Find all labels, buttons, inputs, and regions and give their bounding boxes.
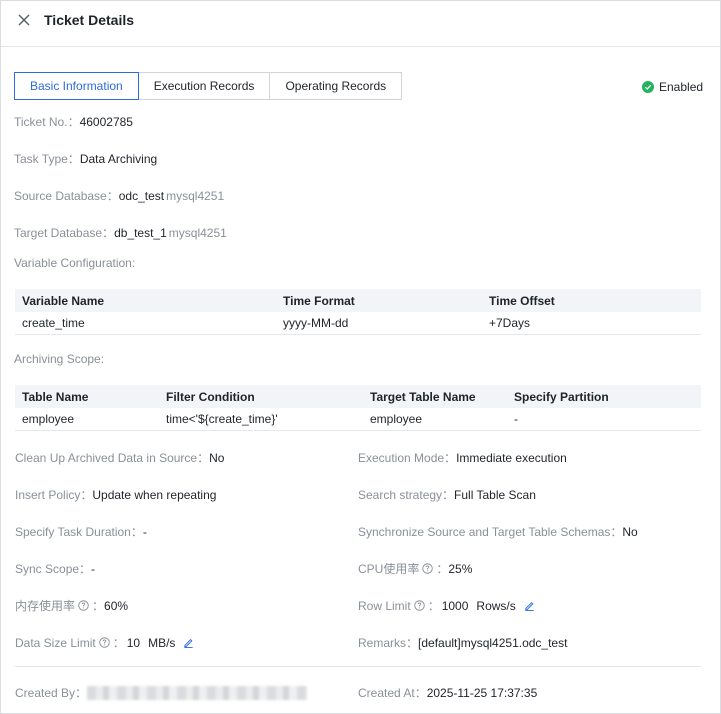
- edit-icon[interactable]: [524, 600, 535, 611]
- task-duration-field: Specify Task Duration：-: [15, 525, 147, 539]
- table-header: Table Name Filter Condition Target Table…: [15, 385, 701, 408]
- table-row: employee time<'${create_time}' employee …: [15, 408, 701, 431]
- help-circle-icon[interactable]: [422, 563, 434, 574]
- target-database-value: db_test_1: [114, 226, 167, 240]
- source-database-tag: mysql4251: [166, 189, 225, 203]
- tab-execution-records[interactable]: Execution Records: [138, 72, 271, 100]
- task-type-value: Data Archiving: [79, 152, 158, 166]
- check-circle-icon: [642, 81, 654, 93]
- data-size-limit-field: Data Size Limit： 10 MB/s: [15, 634, 194, 651]
- ticket-no-value: 46002785: [79, 115, 133, 129]
- help-circle-icon[interactable]: [98, 637, 110, 648]
- target-database-field: Target Database：db_test_1 mysql4251: [14, 226, 227, 240]
- status-text: Enabled: [659, 80, 704, 94]
- sync-scope-field: Sync Scope：-: [15, 562, 96, 576]
- remarks-field: Remarks：[default]mysql4251.odc_test: [358, 636, 568, 650]
- source-database-field: Source Database：odc_test mysql4251: [14, 189, 225, 203]
- memory-usage-field: 内存使用率 ：60%: [15, 599, 129, 613]
- page-title: Ticket Details: [44, 12, 135, 28]
- status-badge: Enabled: [642, 80, 703, 94]
- ticket-no-field: Ticket No.：46002785: [14, 115, 133, 129]
- cleanup-field: Clean Up Archived Data in Source：No: [15, 451, 225, 465]
- divider: [15, 666, 701, 667]
- task-type-field: Task Type：Data Archiving: [14, 152, 158, 166]
- close-icon[interactable]: [16, 12, 32, 28]
- archiving-scope-table: Table Name Filter Condition Target Table…: [15, 385, 701, 431]
- help-circle-icon[interactable]: [413, 600, 425, 611]
- source-database-value: odc_test: [118, 189, 165, 203]
- search-strategy-field: Search strategy：Full Table Scan: [358, 488, 536, 502]
- cpu-usage-field: CPU使用率 ：25%: [358, 562, 473, 576]
- target-database-tag: mysql4251: [168, 226, 227, 240]
- redacted-user-name: [87, 686, 308, 700]
- archiving-scope-label: Archiving Scope:: [14, 352, 105, 366]
- tab-bar: Basic Information Execution Records Oper…: [14, 72, 403, 100]
- insert-policy-field: Insert Policy：Update when repeating: [15, 488, 217, 502]
- ticket-details-panel: Ticket Details Basic Information Executi…: [0, 0, 721, 714]
- tab-basic-information[interactable]: Basic Information: [14, 72, 139, 100]
- row-limit-field: Row Limit： 1000 Rows/s: [358, 597, 535, 614]
- table-row: create_time yyyy-MM-dd +7Days: [15, 312, 701, 335]
- execution-mode-field: Execution Mode：Immediate execution: [358, 451, 567, 465]
- variable-table: Variable Name Time Format Time Offset cr…: [15, 289, 701, 335]
- created-at-field: Created At：2025-11-25 17:37:35: [358, 686, 538, 700]
- variable-configuration-label: Variable Configuration:: [14, 256, 136, 270]
- tab-operating-records[interactable]: Operating Records: [270, 72, 403, 100]
- created-by-field: Created By：: [15, 684, 308, 701]
- panel-header: Ticket Details: [1, 1, 720, 47]
- table-header: Variable Name Time Format Time Offset: [15, 289, 701, 312]
- edit-icon[interactable]: [183, 637, 194, 648]
- sync-schemas-field: Synchronize Source and Target Table Sche…: [358, 525, 638, 539]
- help-circle-icon[interactable]: [78, 600, 89, 611]
